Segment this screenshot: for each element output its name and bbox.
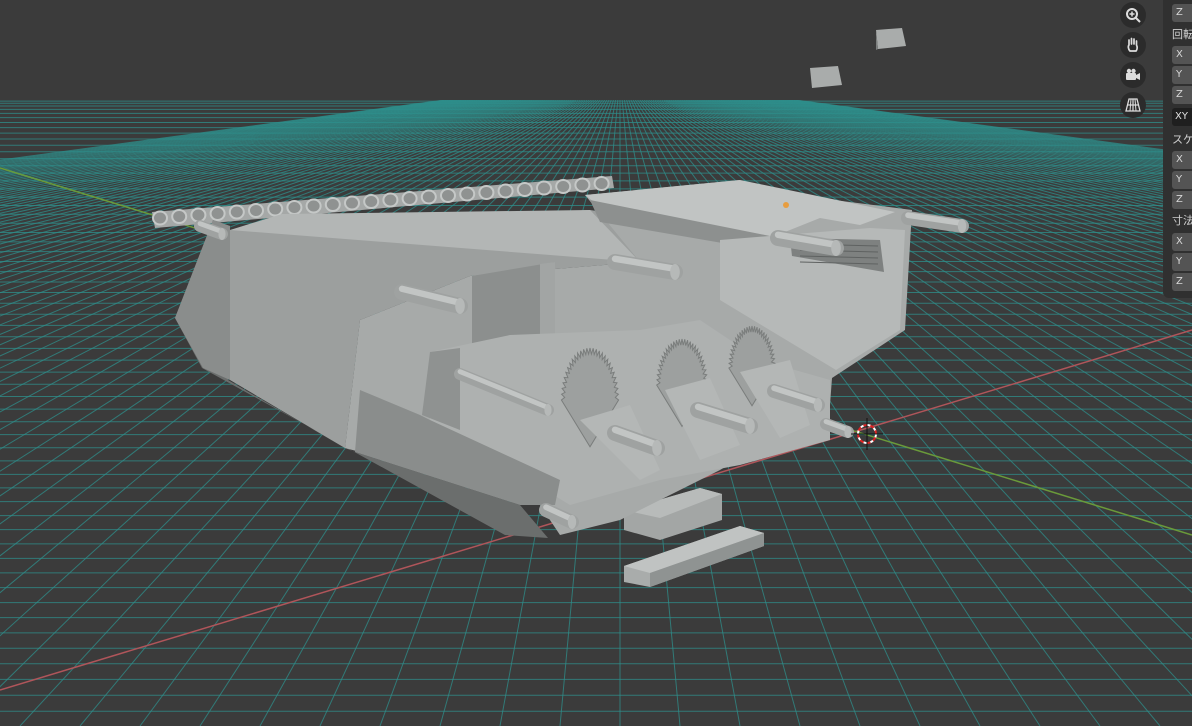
rotation-z-field[interactable]: Z — [1172, 86, 1192, 104]
dimension-z-field[interactable]: Z — [1172, 273, 1192, 291]
dimension-x-field[interactable]: X — [1172, 233, 1192, 251]
rotation-label: 回転 — [1172, 28, 1192, 41]
scale-y-field[interactable]: Y — [1172, 171, 1192, 189]
rotation-y-field[interactable]: Y — [1172, 66, 1192, 84]
pan-hand-icon[interactable] — [1120, 32, 1146, 58]
zoom-icon[interactable] — [1120, 2, 1146, 28]
scale-z-field[interactable]: Z — [1172, 191, 1192, 209]
rotation-x-field[interactable]: X — [1172, 46, 1192, 64]
dimension-y-field[interactable]: Y — [1172, 253, 1192, 271]
floating-cube[interactable] — [810, 66, 842, 88]
transform-sidebar: Z 回転 X Y Z XY スケ X Y Z 寸法 X Y Z — [1163, 0, 1192, 298]
viewport-canvas — [0, 0, 1192, 726]
rotation-mode-dropdown[interactable]: XY — [1172, 108, 1192, 126]
location-z-field[interactable]: Z — [1172, 4, 1192, 22]
scale-label: スケ — [1172, 133, 1192, 146]
dimensions-label: 寸法 — [1172, 214, 1192, 227]
camera-icon[interactable] — [1120, 62, 1146, 88]
scale-x-field[interactable]: X — [1172, 151, 1192, 169]
3d-viewport[interactable] — [0, 0, 1192, 726]
grid-perspective-icon[interactable] — [1120, 92, 1146, 118]
